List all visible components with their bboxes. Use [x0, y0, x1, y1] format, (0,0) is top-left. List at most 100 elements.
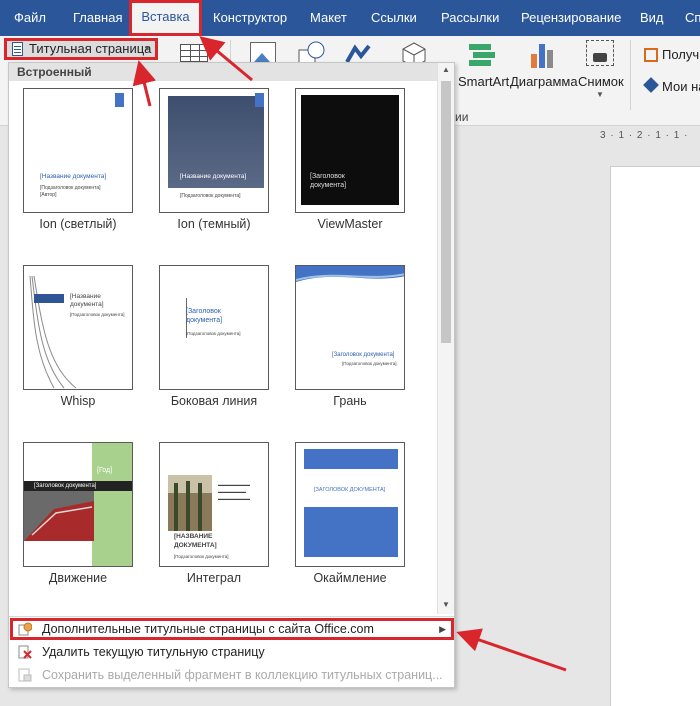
cover-page-icon	[12, 42, 23, 56]
tab-review[interactable]: Рецензирование	[521, 0, 621, 36]
template-ion-light[interactable]: [Название документа] [Подзаголовок докум…	[23, 88, 133, 233]
picture-icon[interactable]	[250, 42, 276, 64]
template-viewmaster[interactable]: [Заголовок документа] ViewMaster	[295, 88, 405, 233]
accent-bar	[34, 294, 64, 303]
template-whisp[interactable]: [Название документа] [Подзаголовок докум…	[23, 265, 133, 410]
menu-item-label: Удалить текущую титульную страницу	[42, 645, 265, 659]
template-title: [Заголовок документа]	[332, 352, 395, 358]
template-label: Грань	[333, 394, 367, 408]
scroll-thumb[interactable]	[441, 81, 451, 343]
template-title: [Название документа]	[40, 173, 107, 180]
chevron-down-icon: ▼	[143, 44, 151, 53]
template-thumbnail: [Заголовок документа] [Подзаголовок доку…	[159, 265, 269, 390]
ribbon-group-label: ии	[455, 110, 469, 124]
template-title: документа]	[186, 317, 223, 324]
template-banded[interactable]: [ЗАГОЛОВОК ДОКУМЕНТА] Окаймление	[295, 442, 405, 587]
template-thumbnail: [ЗАГОЛОВОК ДОКУМЕНТА]	[295, 442, 405, 567]
tab-insert[interactable]: Вставка	[129, 0, 202, 36]
cover-page-label: Титульная страница	[29, 41, 152, 56]
template-title: [Название	[70, 293, 101, 300]
template-ion-dark[interactable]: [Название документа] [Подзаголовок докум…	[159, 88, 269, 233]
top-band	[304, 449, 398, 469]
template-title: [Заголовок	[186, 308, 221, 315]
whisp-lines	[29, 275, 77, 389]
tab-references[interactable]: Ссылки	[371, 0, 417, 36]
template-thumbnail: [Название документа] [Подзаголовок докум…	[23, 265, 133, 390]
document-page[interactable]	[610, 166, 700, 706]
ribbon-tab-bar: Файл Главная Вставка Конструктор Макет С…	[0, 0, 700, 36]
menu-item-label: Сохранить выделенный фрагмент в коллекци…	[42, 668, 443, 682]
screenshot-dropdown-icon[interactable]: ▼	[596, 90, 604, 99]
template-label: Боковая линия	[170, 394, 258, 408]
template-subtitle: [Подзаголовок документа]	[180, 193, 241, 199]
template-thumbnail: [Заголовок документа]	[295, 88, 405, 213]
screenshot-button[interactable]: Снимок	[578, 74, 624, 89]
tab-layout[interactable]: Макет	[310, 0, 347, 36]
menu-separator	[9, 616, 454, 617]
green-strip	[92, 443, 132, 566]
template-subtitle: [Подзаголовок документа]	[186, 331, 241, 336]
template-title: документа]	[310, 182, 347, 189]
office-globe-icon	[18, 622, 32, 636]
template-subtitle: [Подзаголовок документа]	[70, 312, 125, 317]
tab-file[interactable]: Файл	[14, 0, 46, 36]
train-photo	[24, 491, 94, 541]
template-label: Окаймление	[313, 571, 387, 585]
template-title: ДОКУМЕНТА]	[174, 542, 217, 549]
more-cover-pages-item[interactable]: Дополнительные титульные страницы с сайт…	[10, 618, 454, 640]
template-title: [ЗАГОЛОВОК ДОКУМЕНТА]	[314, 487, 386, 493]
smartart-button[interactable]: SmartArt	[458, 74, 509, 89]
template-integral[interactable]: ▬▬▬▬▬▬▬▬ ▬▬▬▬▬▬▬ ▬▬▬▬▬▬▬▬ [НАЗВАНИЕ ДОКУМЕ…	[159, 442, 269, 587]
screenshot-icon[interactable]	[586, 40, 614, 66]
chart-icon[interactable]	[528, 40, 556, 70]
tab-design[interactable]: Конструктор	[213, 0, 287, 36]
smartart-icon[interactable]	[467, 42, 497, 68]
abstract-text: ▬▬▬▬▬▬▬▬ ▬▬▬▬▬▬▬ ▬▬▬▬▬▬▬▬	[218, 482, 250, 501]
template-label: Движение	[48, 571, 108, 585]
tab-mailings[interactable]: Рассылки	[441, 0, 499, 36]
template-thumbnail: [Название документа] [Подзаголовок докум…	[159, 88, 269, 213]
template-title: [Заголовок	[310, 173, 345, 180]
template-sideline[interactable]: [Заголовок документа] [Подзаголовок доку…	[159, 265, 269, 410]
tab-more[interactable]: Сп	[685, 0, 700, 36]
table-icon[interactable]	[180, 44, 208, 62]
tab-home[interactable]: Главная	[73, 0, 122, 36]
scroll-up-icon[interactable]: ▲	[438, 63, 454, 77]
template-subtitle: [Подзаголовок документа]	[40, 185, 101, 191]
my-addins-button[interactable]: Мои на	[662, 79, 700, 94]
trees-photo	[168, 475, 212, 531]
save-to-gallery-icon	[18, 668, 32, 682]
template-thumbnail: [Название документа] [Подзаголовок докум…	[23, 88, 133, 213]
template-facet[interactable]: [Заголовок документа] [Подзаголовок доку…	[295, 265, 405, 410]
color-block	[115, 93, 124, 107]
chevron-right-icon: ▶	[439, 624, 446, 634]
cover-page-gallery: Встроенный ▲ ▼ [Название документа] [Под…	[8, 62, 455, 688]
template-thumbnail: [Заголовок документа] [Подзаголовок доку…	[295, 265, 405, 390]
template-subtitle: [Подзаголовок документа]	[342, 361, 397, 366]
template-title: документа]	[70, 301, 104, 308]
gallery-scrollbar[interactable]: ▲ ▼	[437, 63, 454, 614]
bottom-band	[304, 507, 398, 557]
gallery-header: Встроенный	[9, 63, 437, 81]
template-label: Ion (темный)	[177, 217, 251, 231]
ribbon-separator	[630, 40, 631, 110]
cover-page-button[interactable]: Титульная страница ▼	[4, 38, 158, 60]
save-selection-item: Сохранить выделенный фрагмент в коллекци…	[10, 664, 454, 686]
template-author: [Автор]	[40, 192, 57, 198]
delete-page-icon	[18, 645, 32, 659]
remove-cover-page-item[interactable]: Удалить текущую титульную страницу	[10, 641, 454, 663]
chart-button[interactable]: Диаграмма	[510, 74, 578, 89]
facet-header	[296, 266, 404, 282]
tab-view[interactable]: Вид	[640, 0, 664, 36]
template-subtitle: [Подзаголовок документа]	[174, 554, 229, 559]
scroll-down-icon[interactable]: ▼	[438, 598, 454, 612]
template-title: [Заголовок документа]	[34, 483, 97, 489]
template-year: [Год]	[97, 467, 113, 474]
ruler: 3 · 1 · 2 · 1 · 1 ·	[600, 130, 689, 141]
template-label: ViewMaster	[317, 217, 383, 231]
get-addins-button[interactable]: Получ	[662, 47, 699, 62]
template-label: Интеграл	[186, 571, 242, 585]
color-block	[255, 93, 264, 107]
template-motion[interactable]: [Год] [Заголовок документа] Движение	[23, 442, 133, 587]
store-icon	[644, 48, 658, 62]
